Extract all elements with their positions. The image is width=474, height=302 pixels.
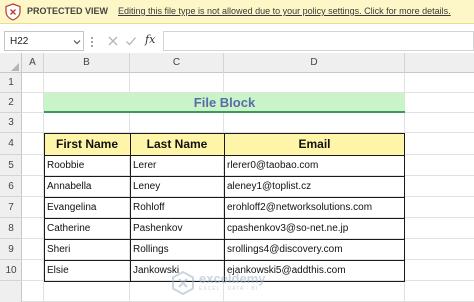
cell-last-name[interactable]: Leney xyxy=(130,176,224,197)
row-header-3[interactable]: 3 xyxy=(0,113,22,133)
cell-email[interactable]: cpashenkov3@so-net.ne.jp xyxy=(224,218,405,239)
shield-x-icon xyxy=(5,3,21,21)
row-header-1[interactable]: 1 xyxy=(0,73,22,93)
cell-email[interactable]: rlerer0@taobao.com xyxy=(224,155,405,176)
cell-first-name[interactable]: Annabella xyxy=(44,176,130,197)
column-header-c[interactable]: C xyxy=(130,53,224,73)
watermark: exceldemy EXCEL · DATA · BI xyxy=(170,268,320,298)
row-header-7[interactable]: 7 xyxy=(0,197,22,218)
watermark-name: exceldemy xyxy=(199,271,266,286)
row-header-5[interactable]: 5 xyxy=(0,155,22,176)
row-header-10[interactable]: 10 xyxy=(0,260,22,281)
cell-first-name[interactable]: Catherine xyxy=(44,218,130,239)
select-all-triangle-icon xyxy=(11,63,19,71)
cell-email[interactable]: aleney1@toplist.cz xyxy=(224,176,405,197)
cell-email[interactable]: srollings4@discovery.com xyxy=(224,239,405,260)
row-header-9[interactable]: 9 xyxy=(0,239,22,260)
header-last-name[interactable]: Last Name xyxy=(130,133,224,155)
drag-handle-icon[interactable] xyxy=(90,35,94,49)
cell-last-name[interactable]: Lerer xyxy=(130,155,224,176)
name-box-value: H22 xyxy=(10,36,29,47)
column-header-e[interactable] xyxy=(405,53,474,73)
watermark-tagline: EXCEL · DATA · BI xyxy=(199,286,259,292)
cell-first-name[interactable]: Elsie xyxy=(44,260,130,281)
sheet-title: File Block xyxy=(193,95,256,110)
cell-last-name[interactable]: Pashenkov xyxy=(130,218,224,239)
cell-first-name[interactable]: Evangelina xyxy=(44,197,130,218)
formula-input[interactable] xyxy=(163,31,474,51)
cell-last-name[interactable]: Rohloff xyxy=(130,197,224,218)
table-border xyxy=(44,133,45,282)
header-email[interactable]: Email xyxy=(224,133,405,155)
column-headers: A B C D xyxy=(0,53,474,73)
row-header-8[interactable]: 8 xyxy=(0,218,22,239)
cell-email[interactable]: erohloff2@networksolutions.com xyxy=(224,197,405,218)
name-box[interactable]: H22 xyxy=(4,31,84,51)
table-border xyxy=(224,133,225,282)
protected-view-message-link[interactable]: Editing this file type is not allowed du… xyxy=(118,6,451,16)
column-header-b[interactable]: B xyxy=(44,53,130,73)
table-border xyxy=(130,133,131,282)
formula-bar: H22 fx xyxy=(0,31,474,53)
select-all-button[interactable] xyxy=(0,53,22,73)
cell-last-name[interactable]: Rollings xyxy=(130,239,224,260)
cell-first-name[interactable]: Sheri xyxy=(44,239,130,260)
sheet-title-cell[interactable]: File Block xyxy=(44,93,405,113)
header-first-name[interactable]: First Name xyxy=(44,133,130,155)
chevron-down-icon[interactable] xyxy=(72,37,82,47)
table-border xyxy=(404,133,405,282)
enter-check-icon[interactable] xyxy=(125,35,137,47)
column-header-a[interactable]: A xyxy=(22,53,44,73)
row-header-2[interactable]: 2 xyxy=(0,93,22,113)
protected-view-title: PROTECTED VIEW xyxy=(27,6,109,16)
column-header-d[interactable]: D xyxy=(224,53,405,73)
cancel-icon[interactable] xyxy=(107,35,119,47)
exceldemy-logo-icon xyxy=(172,270,194,296)
row-headers: 1 2 3 4 5 6 7 8 9 10 xyxy=(0,73,22,302)
row-header-6[interactable]: 6 xyxy=(0,176,22,197)
row-header-4[interactable]: 4 xyxy=(0,133,22,155)
protected-view-bar[interactable]: PROTECTED VIEW Editing this file type is… xyxy=(0,0,474,24)
insert-function-button[interactable]: fx xyxy=(145,33,155,46)
cell-first-name[interactable]: Roobbie xyxy=(44,155,130,176)
worksheet-grid: A B C D 1 2 3 4 5 6 7 8 9 10 File Block … xyxy=(0,53,474,302)
